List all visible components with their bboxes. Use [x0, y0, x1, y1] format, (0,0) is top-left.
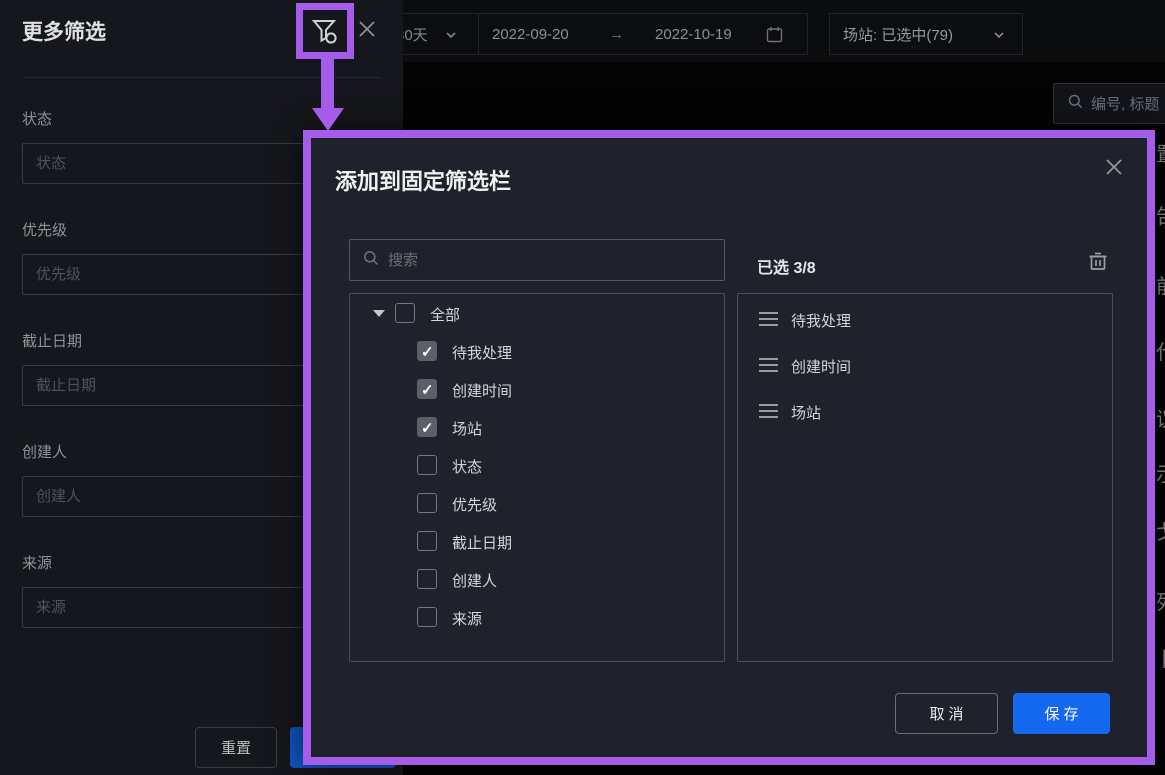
add-to-pinned-filters-modal: 添加到固定筛选栏 已选 3/8 全部 待我处理 创建时间 [303, 130, 1155, 765]
drag-handle-icon[interactable] [759, 358, 778, 372]
start-date-value[interactable]: 2022-09-20 [492, 26, 569, 43]
drag-handle-icon[interactable] [759, 312, 778, 326]
checkbox[interactable] [417, 341, 437, 361]
filter-options-tree: 全部 待我处理 创建时间 场站 状态 优先级 截止日期 创建人 [349, 293, 725, 662]
checkbox[interactable] [417, 379, 437, 399]
checkbox[interactable] [417, 493, 437, 513]
checkbox[interactable] [417, 417, 437, 437]
station-filter-value: 场站: 已选中(79) [843, 24, 953, 45]
field-label-creator: 创建人 [22, 441, 67, 462]
tree-item[interactable]: 创建人 [350, 560, 724, 598]
drawer-close-icon[interactable] [355, 17, 383, 45]
tree-item-label: 截止日期 [452, 532, 512, 553]
reset-button[interactable]: 重置 [195, 727, 277, 768]
clipped-glyph: 代 [1156, 343, 1165, 363]
tree-item-label: 场站 [452, 418, 482, 439]
calendar-icon [766, 26, 783, 47]
trash-icon[interactable] [1086, 249, 1114, 277]
clipped-glyph: 前 [1156, 277, 1165, 297]
chevron-down-icon [445, 29, 457, 41]
caret-down-icon[interactable] [373, 310, 385, 317]
search-icon [363, 250, 379, 271]
clipped-glyph: 议 [1156, 410, 1165, 430]
range-arrow: → [609, 26, 624, 43]
tree-item[interactable]: 创建时间 [350, 370, 724, 408]
tree-item-label: 全部 [430, 304, 460, 325]
drawer-title: 更多筛选 [22, 16, 106, 46]
tree-item-label: 优先级 [452, 494, 497, 515]
selected-item-label: 待我处理 [791, 310, 851, 331]
checkbox[interactable] [417, 455, 437, 475]
station-filter-select[interactable]: 场站: 已选中(79) [829, 13, 1023, 55]
selected-item[interactable]: 待我处理 [738, 306, 1112, 332]
tree-item-label: 待我处理 [452, 342, 512, 363]
selected-item-label: 创建时间 [791, 356, 851, 377]
checkbox[interactable] [417, 569, 437, 589]
tree-item[interactable]: 场站 [350, 408, 724, 446]
search-icon [1068, 94, 1083, 113]
tree-item[interactable]: 优先级 [350, 484, 724, 522]
checkbox[interactable] [417, 531, 437, 551]
clipped-glyph: 告 [1156, 207, 1165, 227]
keyword-search-input[interactable]: 编号, 标题 [1053, 83, 1165, 124]
selected-item[interactable]: 创建时间 [738, 352, 1112, 378]
field-label-source: 来源 [22, 552, 52, 573]
clipped-glyph: 置 [1156, 145, 1165, 165]
checkbox[interactable] [417, 607, 437, 627]
clipped-glyph: 列 [1156, 593, 1165, 613]
selected-item-label: 场站 [791, 402, 821, 423]
tree-item[interactable]: 截止日期 [350, 522, 724, 560]
divider [22, 77, 381, 78]
modal-search-box[interactable] [349, 239, 725, 281]
tree-item[interactable]: 待我处理 [350, 332, 724, 370]
clipped-glyph: 戈 [1156, 523, 1165, 543]
field-label-due-date: 截止日期 [22, 330, 82, 351]
selected-filters-list: 待我处理 创建时间 场站 [737, 293, 1113, 662]
modal-search-input[interactable] [388, 252, 688, 269]
clipped-glyph: 示 [1156, 465, 1165, 485]
save-button[interactable]: 保存 [1013, 693, 1110, 734]
modal-close-icon[interactable] [1103, 156, 1129, 182]
field-label-priority: 优先级 [22, 219, 67, 240]
tree-item-label: 状态 [452, 456, 482, 477]
right-edge-clipped-text: 置 告 前 代 议 示 戈 列 卜 [1156, 0, 1165, 775]
field-label-status: 状态 [22, 108, 52, 129]
selected-count: 已选 3/8 [757, 254, 816, 278]
checkbox[interactable] [395, 303, 415, 323]
selected-item[interactable]: 场站 [738, 398, 1112, 424]
tree-item[interactable]: 状态 [350, 446, 724, 484]
chevron-down-icon [993, 29, 1005, 41]
clipped-glyph: 卜 [1156, 650, 1165, 670]
tree-item-label: 创建时间 [452, 380, 512, 401]
modal-title: 添加到固定筛选栏 [335, 164, 511, 196]
end-date-value[interactable]: 2022-10-19 [655, 26, 732, 43]
tree-item[interactable]: 来源 [350, 598, 724, 636]
tree-item-label: 来源 [452, 608, 482, 629]
tree-item-all[interactable]: 全部 [350, 294, 724, 332]
date-range-picker[interactable]: 2022-09-20 → 2022-10-19 [478, 13, 808, 55]
cancel-button[interactable]: 取消 [895, 693, 998, 734]
drag-handle-icon[interactable] [759, 404, 778, 418]
tree-item-label: 创建人 [452, 570, 497, 591]
search-placeholder: 编号, 标题 [1091, 93, 1159, 114]
